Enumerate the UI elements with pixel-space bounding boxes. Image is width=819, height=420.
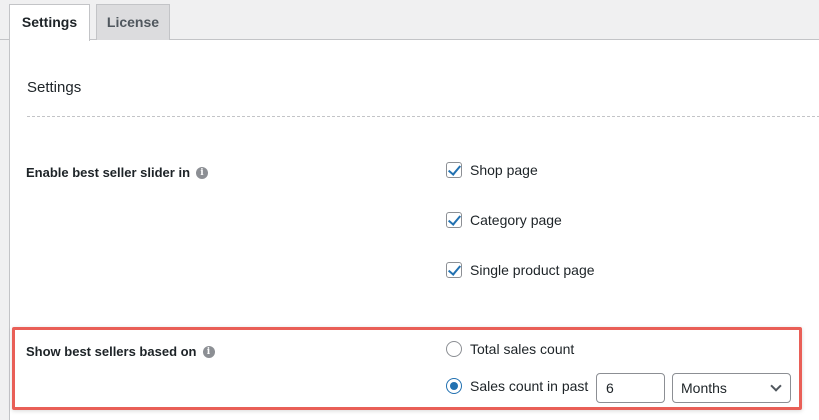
shop-page-label: Shop page <box>470 162 538 178</box>
category-page-checkbox[interactable] <box>446 212 462 228</box>
slider-row-label-text: Enable best seller slider in <box>26 165 191 180</box>
period-select[interactable]: Months <box>672 373 791 403</box>
single-product-page-label: Single product page <box>470 262 595 278</box>
sales-in-past-radio[interactable] <box>446 378 462 394</box>
info-icon[interactable]: i <box>196 166 209 179</box>
category-page-label: Category page <box>470 212 562 228</box>
total-sales-label: Total sales count <box>470 341 575 357</box>
single-product-page-option[interactable]: Single product page <box>446 262 595 278</box>
total-sales-option[interactable]: Total sales count <box>446 341 574 357</box>
section-divider <box>27 116 819 117</box>
past-period-input[interactable] <box>596 373 665 403</box>
basis-row-label-text: Show best sellers based on <box>26 344 197 359</box>
sales-in-past-label: Sales count in past <box>470 378 589 394</box>
single-product-page-checkbox[interactable] <box>446 262 462 278</box>
tab-settings[interactable]: Settings <box>9 4 90 41</box>
tab-bar: Settings License <box>0 0 819 41</box>
info-icon[interactable]: i <box>202 345 215 358</box>
total-sales-radio[interactable] <box>446 341 462 357</box>
tab-license[interactable]: License <box>96 4 170 40</box>
basis-row-label: Show best sellers based on i <box>26 344 215 359</box>
chevron-down-icon <box>770 380 782 392</box>
sales-in-past-option[interactable]: Sales count in past <box>446 378 588 394</box>
slider-row-label: Enable best seller slider in i <box>26 165 209 180</box>
section-title: Settings <box>27 79 82 96</box>
period-select-value: Months <box>681 380 727 396</box>
shop-page-option[interactable]: Shop page <box>446 162 538 178</box>
shop-page-checkbox[interactable] <box>446 162 462 178</box>
category-page-option[interactable]: Category page <box>446 212 562 228</box>
